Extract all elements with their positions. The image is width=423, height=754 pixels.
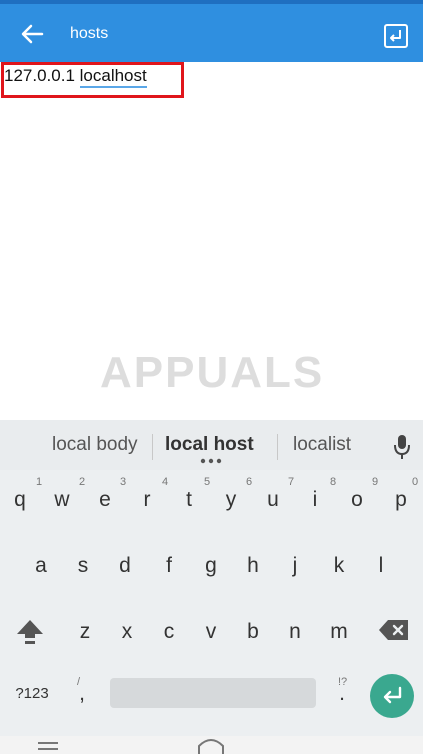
key-q[interactable]: q	[0, 478, 40, 522]
suggestion-3[interactable]: localist	[293, 434, 351, 456]
key-u[interactable]: u	[252, 478, 294, 522]
key-p[interactable]: p	[380, 478, 422, 522]
enter-icon	[383, 686, 402, 704]
key-z[interactable]: z	[64, 610, 106, 654]
key-l[interactable]: l	[360, 544, 402, 588]
suggestion-2[interactable]: local host	[165, 434, 254, 456]
home-icon[interactable]	[196, 738, 226, 754]
suggestion-1[interactable]: local body	[52, 434, 138, 456]
microphone-icon[interactable]	[392, 432, 412, 462]
navigation-bar	[0, 736, 423, 754]
key-a[interactable]: a	[20, 544, 62, 588]
keyboard: local body local host localist 1 q 2 w 3…	[0, 420, 423, 736]
key-i[interactable]: i	[294, 478, 336, 522]
key-s[interactable]: s	[62, 544, 104, 588]
more-suggestions-icon[interactable]	[200, 458, 222, 464]
back-arrow-icon[interactable]	[16, 18, 48, 50]
suggestion-divider	[152, 434, 153, 460]
suggestion-strip: local body local host localist	[0, 420, 423, 470]
file-title: hosts	[70, 25, 109, 42]
key-b[interactable]: b	[232, 610, 274, 654]
key-g[interactable]: g	[190, 544, 232, 588]
key-j[interactable]: j	[274, 544, 316, 588]
key-k[interactable]: k	[318, 544, 360, 588]
key-m[interactable]: m	[318, 610, 360, 654]
key-d[interactable]: d	[104, 544, 146, 588]
backspace-icon[interactable]	[378, 618, 410, 642]
save-icon[interactable]	[382, 22, 410, 50]
key-f[interactable]: f	[148, 544, 190, 588]
space-bar[interactable]	[110, 678, 316, 708]
highlight-box	[1, 62, 184, 98]
key-e[interactable]: e	[84, 478, 126, 522]
key-comma[interactable]: ,	[62, 672, 102, 716]
key-t[interactable]: t	[168, 478, 210, 522]
shift-icon[interactable]	[14, 616, 46, 648]
key-c[interactable]: c	[148, 610, 190, 654]
key-o[interactable]: o	[336, 478, 378, 522]
suggestion-divider	[277, 434, 278, 460]
key-period[interactable]: .	[322, 672, 362, 716]
key-h[interactable]: h	[232, 544, 274, 588]
key-y[interactable]: y	[210, 478, 252, 522]
key-n[interactable]: n	[274, 610, 316, 654]
symbols-key[interactable]: ?123	[8, 672, 56, 716]
menu-icon[interactable]	[38, 742, 58, 752]
watermark: APPUALS	[100, 348, 325, 397]
enter-key[interactable]	[370, 674, 414, 718]
key-r[interactable]: r	[126, 478, 168, 522]
key-w[interactable]: w	[42, 478, 82, 522]
key-x[interactable]: x	[106, 610, 148, 654]
key-v[interactable]: v	[190, 610, 232, 654]
app-bar: hosts	[0, 0, 423, 62]
